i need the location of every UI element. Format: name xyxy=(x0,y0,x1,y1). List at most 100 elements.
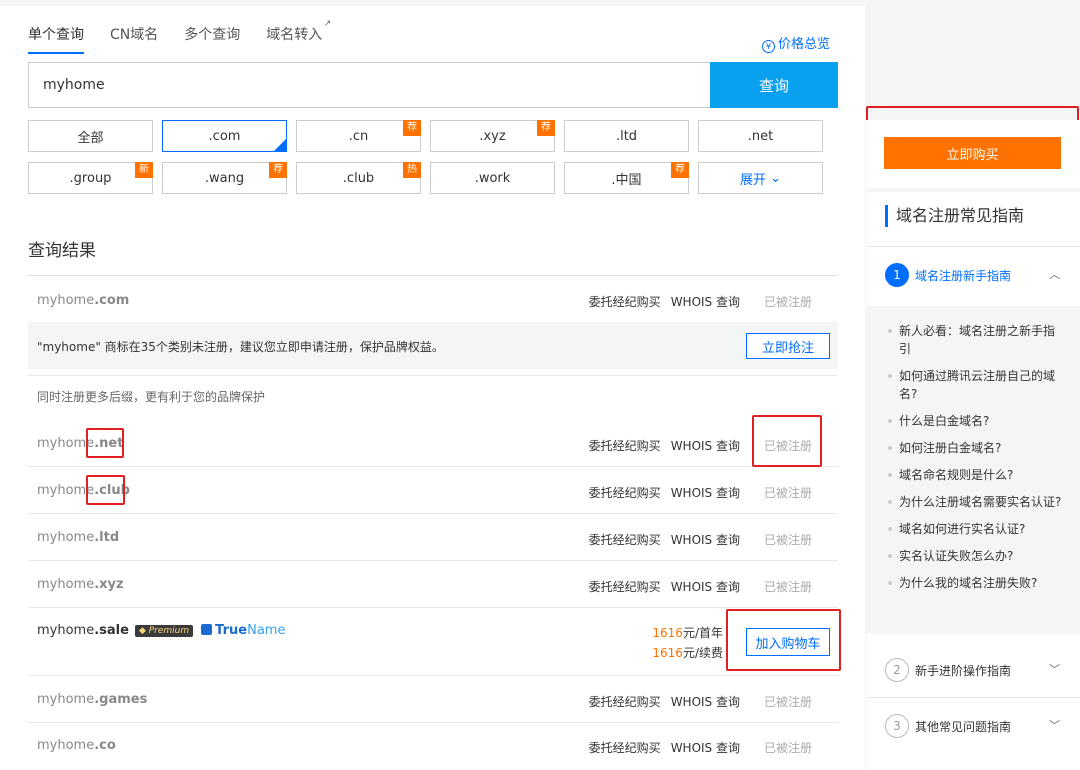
domain-name: myhome.net xyxy=(37,436,124,451)
chevron-down-icon: ⌄ xyxy=(765,170,782,186)
faq-item[interactable]: 新人必看：域名注册之新手指引 xyxy=(888,322,1066,358)
tld-club[interactable]: .club 热 xyxy=(296,162,421,194)
domain-name: myhome.com xyxy=(37,293,130,308)
tab-single-query[interactable]: 单个查询 xyxy=(28,24,84,54)
step-number: 1 xyxy=(885,263,909,287)
price-first-year: 1616元/首年 xyxy=(652,626,723,640)
whois-link[interactable]: WHOIS 查询 xyxy=(671,695,740,709)
broker-buy-link[interactable]: 委托经纪购买 xyxy=(589,533,661,547)
tld-xyz[interactable]: .xyz 荐 xyxy=(430,120,555,152)
tld-cn[interactable]: .cn 荐 xyxy=(296,120,421,152)
price-overview-link[interactable]: ¥ 价格总览 xyxy=(762,33,830,53)
broker-buy-link[interactable]: 委托经纪购买 xyxy=(589,695,661,709)
status-registered: 已被注册 xyxy=(763,439,812,453)
recommend-badge: 荐 xyxy=(671,162,689,178)
divider xyxy=(866,697,1080,698)
recommend-badge: 荐 xyxy=(537,120,555,136)
add-to-cart-button[interactable]: 加入购物车 xyxy=(746,628,830,656)
trademark-notice: "myhome" 商标在35个类别未注册，建议您立即申请注册，保护品牌权益。 xyxy=(28,322,838,369)
chevron-down-icon[interactable]: ﹀ xyxy=(1049,661,1060,677)
tab-domain-transfer[interactable]: 域名转入 ↗ xyxy=(266,19,331,54)
faq-item[interactable]: 什么是白金域名? xyxy=(888,412,1066,430)
query-tabs: 单个查询 CN域名 多个查询 域名转入 ↗ xyxy=(28,19,331,54)
chevron-up-icon[interactable]: ︿ xyxy=(1049,266,1060,282)
divider xyxy=(28,375,838,376)
yen-icon: ¥ xyxy=(762,40,775,53)
row-actions: 委托经纪购买 WHOIS 查询 xyxy=(579,578,740,595)
guide-section-2[interactable]: 2 新手进阶操作指南 xyxy=(885,657,1011,683)
tld-net[interactable]: .net xyxy=(698,120,823,152)
status-registered: 已被注册 xyxy=(763,533,812,547)
whois-link[interactable]: WHOIS 查询 xyxy=(671,486,740,500)
selected-check-icon xyxy=(274,139,286,151)
row-actions: 委托经纪购买 WHOIS 查询 xyxy=(579,693,740,710)
domain-name: myhome.co xyxy=(37,738,116,753)
domain-name: myhome.club xyxy=(37,483,130,498)
faq-item[interactable]: 为什么我的域名注册失败? xyxy=(888,574,1066,592)
broker-buy-link[interactable]: 委托经纪购买 xyxy=(589,580,661,594)
faq-item[interactable]: 域名命名规则是什么? xyxy=(888,466,1066,484)
row-actions: 委托经纪购买 WHOIS 查询 xyxy=(579,437,740,454)
faq-item[interactable]: 为什么注册域名需要实名认证? xyxy=(888,493,1066,511)
domain-search-input[interactable] xyxy=(28,62,710,108)
step-number: 3 xyxy=(885,714,909,738)
section-label: 其他常见问题指南 xyxy=(915,719,1012,734)
whois-link[interactable]: WHOIS 查询 xyxy=(671,533,740,547)
table-row: myhome.games 委托经纪购买 WHOIS 查询 已被注册 xyxy=(28,676,838,723)
section-label: 新手进阶操作指南 xyxy=(915,663,1012,678)
whois-link[interactable]: WHOIS 查询 xyxy=(671,295,740,309)
tld-group[interactable]: .group 新 xyxy=(28,162,153,194)
recommend-badge: 荐 xyxy=(269,162,287,178)
faq-item[interactable]: 如何通过腾讯云注册自己的域名? xyxy=(888,367,1066,403)
step-number: 2 xyxy=(885,658,909,682)
tld-ltd[interactable]: .ltd xyxy=(564,120,689,152)
broker-buy-link[interactable]: 委托经纪购买 xyxy=(589,486,661,500)
faq-item[interactable]: 域名如何进行实名认证? xyxy=(888,520,1066,538)
whois-link[interactable]: WHOIS 查询 xyxy=(671,439,740,453)
trademark-register-button[interactable]: 立即抢注 xyxy=(746,333,830,359)
premium-badge: ◆ Premium xyxy=(134,625,194,637)
status-registered: 已被注册 xyxy=(763,580,812,594)
whois-link[interactable]: WHOIS 查询 xyxy=(671,580,740,594)
chevron-down-icon[interactable]: ﹀ xyxy=(1049,717,1060,733)
tab-cn-domain[interactable]: CN域名 xyxy=(110,24,158,54)
results-title: 查询结果 xyxy=(28,241,96,261)
row-actions: 委托经纪购买 WHOIS 查询 xyxy=(579,484,740,501)
tld-all[interactable]: 全部 xyxy=(28,120,153,152)
table-row: myhome.club 委托经纪购买 WHOIS 查询 已被注册 xyxy=(28,467,838,514)
premium-domain-row: myhome.sale ◆ Premium TrueName 1616元/首年 16… xyxy=(28,608,838,676)
row-actions: 委托经纪购买 WHOIS 查询 xyxy=(579,531,740,548)
guide-section-1[interactable]: 1 域名注册新手指南 xyxy=(885,262,1011,288)
tld-com[interactable]: .com xyxy=(162,120,287,152)
tab-multi-query[interactable]: 多个查询 xyxy=(184,24,240,54)
truename-logo: TrueName xyxy=(201,623,285,638)
trademark-text: "myhome" 商标在35个类别未注册，建议您立即申请注册，保护品牌权益。 xyxy=(37,340,444,354)
table-row: myhome.xyz 委托经纪购买 WHOIS 查询 已被注册 xyxy=(28,561,838,608)
faq-item[interactable]: 实名认证失败怎么办? xyxy=(888,547,1066,565)
more-suffix-hint: 同时注册更多后缀，更有利于您的品牌保护 xyxy=(37,390,266,404)
status-registered: 已被注册 xyxy=(763,741,812,755)
broker-buy-link[interactable]: 委托经纪购买 xyxy=(589,741,661,755)
tld-zhongguo[interactable]: .中国荐 xyxy=(564,162,689,194)
search-button[interactable]: 查询 xyxy=(710,62,838,108)
whois-link[interactable]: WHOIS 查询 xyxy=(671,741,740,755)
domain-name: myhome.games xyxy=(37,692,148,707)
row-actions: 委托经纪购买 WHOIS 查询 xyxy=(579,739,740,756)
broker-buy-link[interactable]: 委托经纪购买 xyxy=(589,295,661,309)
tld-wang[interactable]: .wang 荐 xyxy=(162,162,287,194)
price-renewal: 1616元/续费 xyxy=(652,646,723,660)
faq-item[interactable]: 如何注册白金域名? xyxy=(888,439,1066,457)
expand-tlds-button[interactable]: 展开 ⌄ xyxy=(698,162,823,194)
new-badge: 新 xyxy=(135,162,153,178)
divider xyxy=(866,246,1080,247)
buy-now-button[interactable]: 立即购买 xyxy=(884,137,1061,169)
status-registered: 已被注册 xyxy=(763,695,812,709)
domain-name: myhome.sale ◆ Premium TrueName xyxy=(37,623,286,638)
tld-work[interactable]: .work xyxy=(430,162,555,194)
faq-list: 新人必看：域名注册之新手指引 如何通过腾讯云注册自己的域名? 什么是白金域名? … xyxy=(866,306,1080,634)
broker-buy-link[interactable]: 委托经纪购买 xyxy=(589,439,661,453)
table-row: myhome.ltd 委托经纪购买 WHOIS 查询 已被注册 xyxy=(28,514,838,561)
guide-section-3[interactable]: 3 其他常见问题指南 xyxy=(885,713,1011,739)
status-registered: 已被注册 xyxy=(763,486,812,500)
search-bar: 查询 xyxy=(28,62,838,108)
